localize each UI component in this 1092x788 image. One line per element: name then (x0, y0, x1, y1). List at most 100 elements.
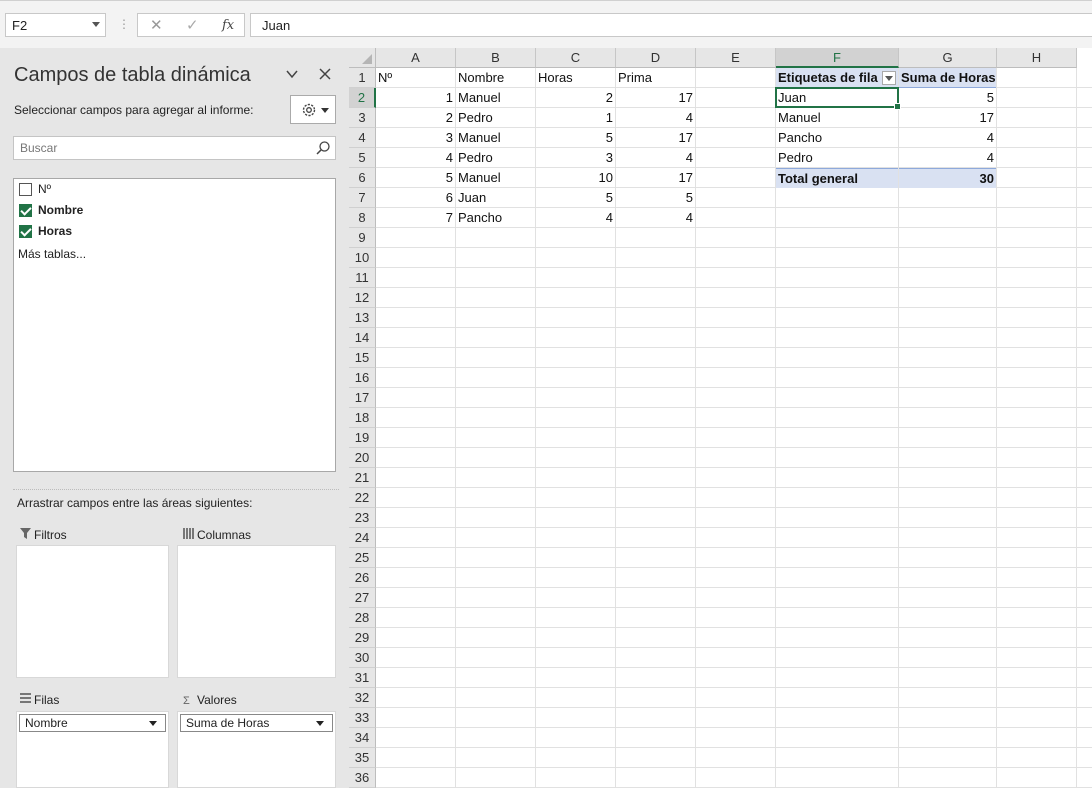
column-header-e[interactable]: E (696, 48, 776, 68)
field-checkbox-numero[interactable] (19, 183, 32, 196)
pivot-row-label[interactable]: Pedro (776, 148, 898, 168)
row-header[interactable]: 15 (349, 348, 376, 368)
column-header-f[interactable]: F (776, 48, 899, 68)
column-header-d[interactable]: D (616, 48, 696, 68)
filter-dropdown-icon[interactable] (882, 71, 896, 85)
table-cell[interactable]: Manuel (456, 168, 535, 188)
pivot-row-labels-header[interactable]: Etiquetas de fila (776, 68, 898, 88)
table-cell[interactable]: 5 (536, 188, 615, 208)
row-header[interactable]: 32 (349, 688, 376, 708)
pivot-value-header[interactable]: Suma de Horas (899, 68, 996, 88)
pivot-row-label[interactable]: Manuel (776, 108, 898, 128)
pivot-total-value[interactable]: 30 (899, 168, 996, 188)
row-header[interactable]: 9 (349, 228, 376, 248)
table-cell[interactable]: 1 (536, 108, 615, 128)
row-header[interactable]: 7 (349, 188, 376, 208)
row-header[interactable]: 8 (349, 208, 376, 228)
row-header[interactable]: 26 (349, 568, 376, 588)
close-icon[interactable] (318, 66, 332, 86)
pivot-total-label[interactable]: Total general (776, 168, 898, 188)
values-drop-area[interactable]: Suma de Horas (177, 711, 336, 788)
cancel-icon[interactable]: ✕ (150, 16, 163, 34)
column-header-c[interactable]: C (536, 48, 616, 68)
pivot-value[interactable]: 5 (899, 88, 996, 108)
row-header[interactable]: 34 (349, 728, 376, 748)
table-cell[interactable]: Pancho (456, 208, 535, 228)
filters-drop-area[interactable] (16, 545, 169, 678)
row-header[interactable]: 30 (349, 648, 376, 668)
table-cell[interactable]: 6 (376, 188, 455, 208)
row-header[interactable]: 11 (349, 268, 376, 288)
table-header-cell[interactable]: Nº (376, 68, 455, 88)
formula-input[interactable]: Juan (250, 13, 1092, 37)
row-header[interactable]: 19 (349, 428, 376, 448)
row-header[interactable]: 27 (349, 588, 376, 608)
pivot-value[interactable]: 4 (899, 148, 996, 168)
row-header[interactable]: 31 (349, 668, 376, 688)
table-cell[interactable]: 2 (536, 88, 615, 108)
column-header-h[interactable]: H (997, 48, 1077, 68)
row-header[interactable]: 13 (349, 308, 376, 328)
table-header-cell[interactable]: Horas (536, 68, 615, 88)
table-header-cell[interactable]: Prima (616, 68, 695, 88)
row-header[interactable]: 22 (349, 488, 376, 508)
table-cell[interactable]: Manuel (456, 128, 535, 148)
row-header[interactable]: 21 (349, 468, 376, 488)
table-cell[interactable]: 2 (376, 108, 455, 128)
row-header[interactable]: 24 (349, 528, 376, 548)
rows-drop-area[interactable]: Nombre (16, 711, 169, 788)
row-header[interactable]: 6 (349, 168, 376, 188)
table-cell[interactable]: 4 (616, 208, 695, 228)
field-checkbox-nombre[interactable] (19, 204, 32, 217)
select-all-button[interactable] (349, 48, 376, 68)
enter-icon[interactable]: ✓ (186, 16, 199, 34)
search-icon[interactable] (315, 140, 331, 156)
row-header[interactable]: 17 (349, 388, 376, 408)
table-cell[interactable]: 7 (376, 208, 455, 228)
insert-function-icon[interactable]: fx (222, 18, 234, 33)
chevron-down-icon[interactable] (149, 721, 157, 726)
table-cell[interactable]: 5 (616, 188, 695, 208)
field-search-input[interactable]: Buscar (13, 136, 336, 160)
row-header[interactable]: 10 (349, 248, 376, 268)
field-checkbox-horas[interactable] (19, 225, 32, 238)
table-cell[interactable]: 10 (536, 168, 615, 188)
row-header[interactable]: 35 (349, 748, 376, 768)
row-header[interactable]: 18 (349, 408, 376, 428)
table-cell[interactable]: 4 (616, 148, 695, 168)
row-header[interactable]: 28 (349, 608, 376, 628)
row-header[interactable]: 36 (349, 768, 376, 788)
column-header-a[interactable]: A (376, 48, 456, 68)
table-cell[interactable]: 5 (376, 168, 455, 188)
more-tables-link[interactable]: Más tablas... (18, 247, 86, 261)
columns-drop-area[interactable] (177, 545, 336, 678)
row-header[interactable]: 3 (349, 108, 376, 128)
column-header-b[interactable]: B (456, 48, 536, 68)
table-cell[interactable]: 4 (616, 108, 695, 128)
row-header[interactable]: 33 (349, 708, 376, 728)
table-cell[interactable]: 4 (536, 208, 615, 228)
pivot-value[interactable]: 17 (899, 108, 996, 128)
row-header[interactable]: 25 (349, 548, 376, 568)
row-header[interactable]: 4 (349, 128, 376, 148)
table-cell[interactable]: Pedro (456, 108, 535, 128)
table-cell[interactable]: Pedro (456, 148, 535, 168)
row-header[interactable]: 14 (349, 328, 376, 348)
table-cell[interactable]: 4 (376, 148, 455, 168)
row-header[interactable]: 29 (349, 628, 376, 648)
table-cell[interactable]: 1 (376, 88, 455, 108)
table-cell[interactable]: Juan (456, 188, 535, 208)
rows-field-nombre[interactable]: Nombre (19, 714, 166, 732)
table-cell[interactable]: 5 (536, 128, 615, 148)
table-cell[interactable]: 17 (616, 88, 695, 108)
table-cell[interactable]: 17 (616, 128, 695, 148)
values-field-suma-horas[interactable]: Suma de Horas (180, 714, 333, 732)
pivot-value[interactable]: 4 (899, 128, 996, 148)
pivot-row-label[interactable]: Pancho (776, 128, 898, 148)
row-header[interactable]: 5 (349, 148, 376, 168)
column-header-g[interactable]: G (899, 48, 997, 68)
table-header-cell[interactable]: Nombre (456, 68, 535, 88)
row-header[interactable]: 23 (349, 508, 376, 528)
row-header[interactable]: 2 (349, 88, 376, 108)
table-cell[interactable]: 17 (616, 168, 695, 188)
